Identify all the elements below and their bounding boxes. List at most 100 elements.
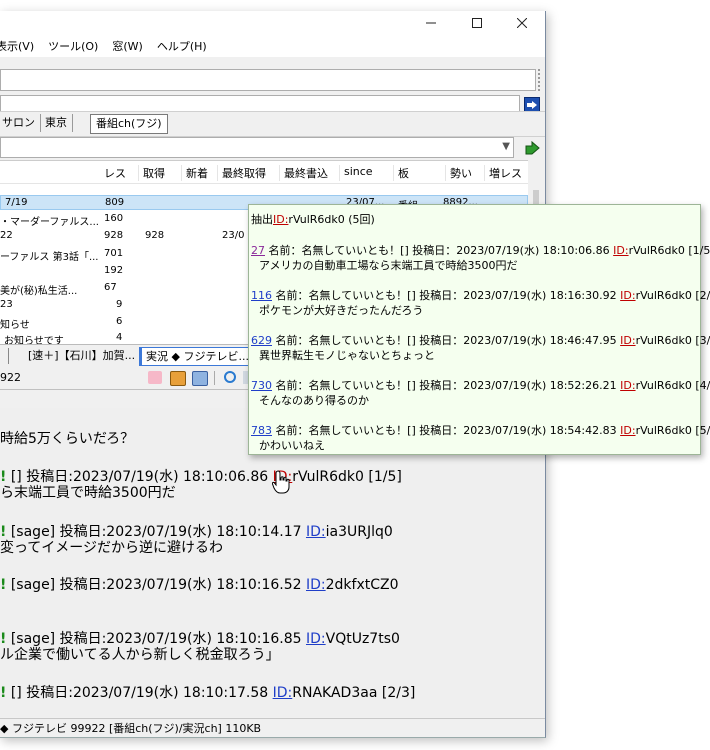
menu-tools[interactable]: ツール(O) xyxy=(48,38,98,54)
popup-post-id: rVulR6dk0 [3/5] xyxy=(635,334,710,347)
tab-thread-jikkyo-fuji[interactable]: 実況 ◆ フジテレビ... xyxy=(139,347,255,366)
col-power[interactable]: 勢い xyxy=(445,165,472,181)
close-button[interactable] xyxy=(499,11,545,35)
popup-post-id-link[interactable]: ID: xyxy=(620,289,635,302)
popup-post-id-link[interactable]: ID: xyxy=(613,244,628,257)
minimize-button[interactable] xyxy=(408,11,454,35)
menu-bar: 表示(V) ツール(O) 窓(W) ヘルプ(H) xyxy=(0,35,545,57)
row-title: 知らせ xyxy=(0,320,30,331)
popup-post-meta: 名前：名無していいとも！[] 投稿日：2023/07/19(水) 18:16:3… xyxy=(275,289,617,302)
col-last-write[interactable]: 最終書込 xyxy=(279,165,328,181)
refresh-green-button[interactable] xyxy=(521,136,543,158)
post-id-link[interactable]: ID: xyxy=(273,685,293,701)
col-since[interactable]: since xyxy=(339,165,373,181)
post-id-count: [2/3] xyxy=(381,685,416,701)
post-header: ! [sage] 投稿日:2023/07/19(水) 18:10:16.52 I… xyxy=(0,574,399,594)
board-tabs-bar: サロン 東京 番組ch(フジ) xyxy=(0,111,545,137)
post-body: ル企業で働いてる人から新しく税金取ろう」 xyxy=(0,647,280,663)
post-body: 変ってイメージだから逆に避けるわ xyxy=(0,540,224,556)
clock-icon[interactable] xyxy=(224,371,236,383)
col-board[interactable]: 板 xyxy=(393,165,409,181)
popup-post-number[interactable]: 629 xyxy=(251,334,272,347)
row-res: 192 xyxy=(104,265,124,276)
popup-post-body: かわいいねえ xyxy=(259,439,325,452)
row-title: 美が(秘)私生活... xyxy=(0,286,78,297)
bookmark-icon[interactable] xyxy=(148,371,162,384)
popup-post-header: 116 名前：名無していいとも！[] 投稿日：2023/07/19(水) 18:… xyxy=(251,287,710,303)
tab-divider xyxy=(8,348,9,364)
menu-view[interactable]: 表示(V) xyxy=(0,38,34,54)
popup-post-id-link[interactable]: ID: xyxy=(620,424,635,437)
row-title: ーファルス 第3話「... xyxy=(0,252,99,263)
green-arrow-icon xyxy=(525,140,540,155)
menu-window[interactable]: 窓(W) xyxy=(112,38,142,54)
maximize-button[interactable] xyxy=(454,11,500,35)
popup-post-id: rVulR6dk0 [4/5] xyxy=(635,379,710,392)
toolbar-area xyxy=(0,57,545,114)
tab-salon[interactable]: サロン xyxy=(0,114,41,132)
id-extract-popup: 抽出ID:rVulR6dk0 (5回) 27 名前：名無していいとも！[] 投稿… xyxy=(248,204,710,455)
popup-post-header: 27 名前：名無していいとも！[] 投稿日：2023/07/19(水) 18:1… xyxy=(251,242,710,258)
post-date: 投稿日:2023/07/19(水) 18:10:17.58 xyxy=(26,685,269,701)
popup-post-number[interactable]: 27 xyxy=(251,244,265,257)
post-date: 投稿日:2023/07/19(水) 18:10:16.52 xyxy=(59,577,302,593)
post-mail: [] xyxy=(10,685,22,701)
filter-combo[interactable]: ▼ xyxy=(0,137,514,158)
post-body: ら末端工員で時給3500円だ xyxy=(0,485,176,501)
col-get[interactable]: 取得 xyxy=(138,165,165,181)
close-icon xyxy=(517,18,527,28)
menu-help[interactable]: ヘルプ(H) xyxy=(157,38,207,54)
popup-header-id-label[interactable]: ID: xyxy=(273,213,288,226)
post-mark: ! xyxy=(0,577,7,593)
post-header: ! [] 投稿日:2023/07/19(水) 18:10:17.58 ID:RN… xyxy=(0,682,415,702)
arrow-right-icon xyxy=(527,101,537,109)
row-title: 22 xyxy=(0,230,13,241)
post-id-link[interactable]: ID: xyxy=(306,631,326,647)
col-new[interactable]: 新着 xyxy=(181,165,208,181)
post-id: ia3URJlq0 xyxy=(325,524,393,540)
post-id: 2dkfxtCZ0 xyxy=(325,577,399,593)
popup-post-id-link[interactable]: ID: xyxy=(620,334,635,347)
post-mail: [sage] xyxy=(10,577,56,593)
popup-post-id: rVulR6dk0 [1/5] xyxy=(628,244,710,257)
title-bar xyxy=(0,11,545,35)
hand-cursor-icon xyxy=(272,470,290,494)
row-res: 928 xyxy=(104,230,124,241)
thread-list-header: レス 取得 新着 最終取得 最終書込 since 板 勢い 増レス xyxy=(0,161,528,184)
popup-post-meta: 名前：名無していいとも！[] 投稿日：2023/07/19(水) 18:52:2… xyxy=(275,379,617,392)
post-id: RNAKAD3aa xyxy=(292,685,378,701)
row-res: 160 xyxy=(104,213,124,224)
post-id-link[interactable]: ID: xyxy=(306,524,326,540)
popup-header-count: (5回) xyxy=(348,213,375,226)
col-last-get[interactable]: 最終取得 xyxy=(217,165,266,181)
html-icon[interactable] xyxy=(192,371,208,386)
popup-post-number[interactable]: 116 xyxy=(251,289,272,302)
address-input[interactable] xyxy=(0,69,536,91)
row-get: 928 xyxy=(145,230,165,241)
popup-post-number[interactable]: 730 xyxy=(251,379,272,392)
rebar-grip[interactable] xyxy=(538,69,543,91)
post-id-link[interactable]: ID: xyxy=(306,577,326,593)
col-res[interactable]: レス xyxy=(100,165,126,181)
popup-post-number[interactable]: 783 xyxy=(251,424,272,437)
tab-thread-ishikawa[interactable]: [速＋]【石川】加賀... xyxy=(24,347,136,364)
col-increase[interactable]: 増レス xyxy=(484,165,522,181)
tab-tokyo[interactable]: 東京 xyxy=(40,114,73,132)
image-icon[interactable] xyxy=(170,371,186,386)
popup-post-id: rVulR6dk0 [2/5] xyxy=(635,289,710,302)
post-id-count: [1/5] xyxy=(368,469,402,485)
post-mark: ! xyxy=(0,685,7,701)
thread-number: 922 xyxy=(0,371,21,384)
popup-post-body: ポケモンが大好きだったんだろう xyxy=(259,304,424,317)
tab-bangumi-fuji[interactable]: 番組ch(フジ) xyxy=(90,114,168,134)
row-res: 67 xyxy=(104,282,117,293)
popup-header-prefix: 抽出 xyxy=(251,213,273,226)
row-last-get: 23/0 xyxy=(222,230,245,241)
popup-post-header: 730 名前：名無していいとも！[] 投稿日：2023/07/19(水) 18:… xyxy=(251,377,710,393)
row-res: 6 xyxy=(116,316,123,327)
popup-post-id-link[interactable]: ID: xyxy=(620,379,635,392)
chevron-down-icon: ▼ xyxy=(502,141,510,152)
row-title: 23 xyxy=(0,299,13,310)
post-id: VQtUz7ts0 xyxy=(325,631,400,647)
popup-post-meta: 名前：名無していいとも！[] 投稿日：2023/07/19(水) 18:54:4… xyxy=(275,424,617,437)
